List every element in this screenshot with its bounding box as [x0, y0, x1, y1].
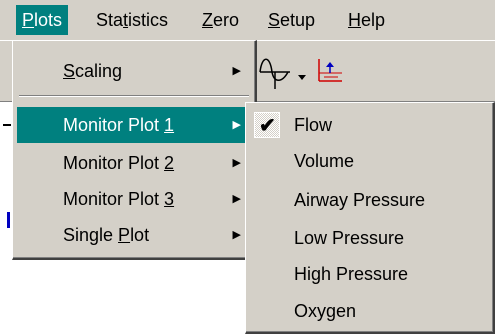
- submenu-arrow-icon: ▶: [232, 157, 241, 169]
- menu-help-label-post: elp: [361, 10, 386, 30]
- menu-item-monitor-plot-1[interactable]: Monitor Plot 1 ▶: [17, 107, 251, 143]
- menu-statistics[interactable]: Statistics: [90, 5, 174, 35]
- menu-item-monitor-plot-3[interactable]: Monitor Plot 3 ▶: [17, 181, 251, 217]
- plots-dropdown-menu: Scaling ▶ Monitor Plot 1 ▶ Monitor Plot 2 ▶…: [12, 40, 257, 260]
- menu-help-mnemonic: H: [348, 10, 361, 30]
- menu-zero-label-post: ero: [213, 10, 240, 30]
- background-mark: [7, 212, 10, 228]
- background-dash: [3, 124, 11, 126]
- submenu-arrow-icon: ▶: [232, 193, 241, 205]
- menu-zero[interactable]: Zero: [196, 5, 245, 35]
- monitor-plot-1-submenu: ✔ Flow Volume Airway Pressure Low Pressu…: [245, 102, 495, 334]
- submenu-item-airway-pressure-label: Airway Pressure: [294, 190, 426, 210]
- menu-item-single-plot-mnemonic: P: [118, 225, 131, 245]
- menu-item-monitor-plot-2-mnemonic: 2: [164, 153, 175, 173]
- menu-statistics-label-post: istics: [128, 10, 169, 30]
- menu-zero-mnemonic: Z: [202, 10, 213, 30]
- menu-item-monitor-plot-3-mnemonic: 3: [164, 189, 175, 209]
- menu-statistics-label-pre: Sta: [96, 10, 124, 30]
- submenu-item-oxygen[interactable]: Oxygen: [250, 293, 489, 329]
- submenu-item-low-pressure[interactable]: Low Pressure: [250, 220, 489, 256]
- chart-icon[interactable]: [316, 57, 344, 85]
- menu-item-scaling[interactable]: Scaling ▶: [17, 53, 251, 89]
- submenu-item-volume[interactable]: Volume: [250, 143, 489, 179]
- submenu-item-flow-label: Flow: [294, 115, 333, 135]
- check-indicator: ✔: [254, 112, 280, 138]
- menu-item-monitor-plot-3-label-pre: Monitor Plot: [63, 189, 165, 209]
- menu-item-monitor-plot-2-label-pre: Monitor Plot: [63, 153, 165, 173]
- menu-separator: [19, 95, 249, 97]
- submenu-item-high-pressure-label: High Pressure: [294, 264, 409, 284]
- menu-item-single-plot[interactable]: Single Plot ▶: [17, 217, 251, 253]
- menu-setup-label-post: etup: [280, 10, 316, 30]
- menu-item-monitor-plot-1-label-pre: Monitor Plot: [63, 115, 165, 135]
- menu-item-single-plot-label-pre: Single: [63, 225, 119, 245]
- submenu-item-high-pressure[interactable]: High Pressure: [250, 256, 489, 292]
- menu-bar: Plots Statistics Zero Setup Help: [0, 0, 495, 40]
- menu-item-scaling-mnemonic: S: [63, 61, 76, 81]
- submenu-item-low-pressure-label: Low Pressure: [294, 228, 405, 248]
- menu-setup-mnemonic: S: [268, 10, 281, 30]
- dropdown-arrow-icon[interactable]: [297, 67, 307, 80]
- menu-plots-mnemonic: P: [22, 10, 35, 30]
- submenu-item-volume-label: Volume: [294, 151, 355, 171]
- submenu-item-flow[interactable]: ✔ Flow: [250, 107, 489, 143]
- menu-item-monitor-plot-2[interactable]: Monitor Plot 2 ▶: [17, 145, 251, 181]
- waveform-icon[interactable]: [258, 53, 292, 91]
- menu-item-scaling-label-post: caling: [75, 61, 123, 81]
- submenu-item-oxygen-label: Oxygen: [294, 301, 357, 321]
- menu-help[interactable]: Help: [342, 5, 391, 35]
- submenu-arrow-icon: ▶: [232, 229, 241, 241]
- menu-plots[interactable]: Plots: [16, 5, 69, 35]
- menu-item-monitor-plot-1-mnemonic: 1: [164, 115, 175, 135]
- submenu-item-airway-pressure[interactable]: Airway Pressure: [250, 182, 489, 218]
- submenu-arrow-icon: ▶: [232, 119, 241, 131]
- menu-setup[interactable]: Setup: [262, 5, 321, 35]
- submenu-arrow-icon: ▶: [232, 65, 241, 77]
- menu-item-single-plot-label-post: lot: [130, 225, 150, 245]
- checkmark-icon: ✔: [259, 115, 276, 137]
- menu-plots-label-post: lots: [34, 10, 63, 30]
